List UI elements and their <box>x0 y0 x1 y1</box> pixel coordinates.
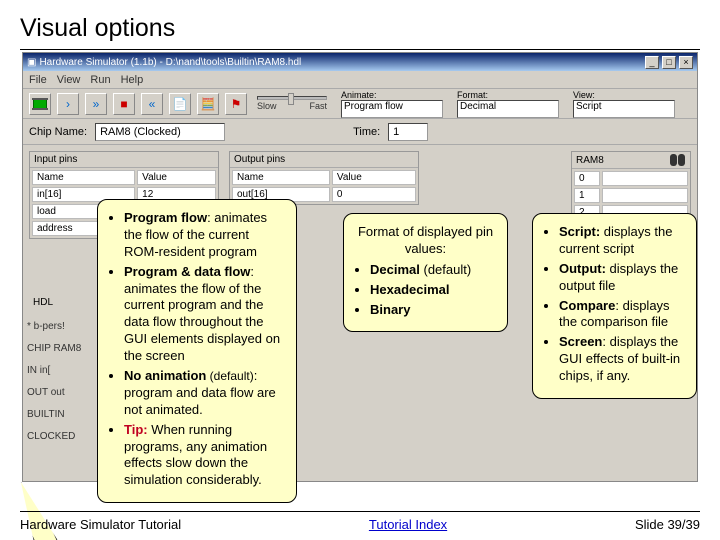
menu-help[interactable]: Help <box>121 74 144 86</box>
footer-link[interactable]: Tutorial Index <box>369 517 447 532</box>
slide-title: Visual options <box>20 14 700 43</box>
maximize-button[interactable]: □ <box>662 56 676 69</box>
minimize-button[interactable]: _ <box>645 56 659 69</box>
script-button[interactable]: 📄 <box>169 93 191 115</box>
output-pins-label: Output pins <box>230 152 418 168</box>
load-chip-button[interactable] <box>29 93 51 115</box>
list-item: Tip: When running programs, any animatio… <box>124 422 284 490</box>
output-pins-panel: Output pins NameValue out[16]0 <box>229 151 419 205</box>
tick-button[interactable]: ⚑ <box>225 93 247 115</box>
table-row: 0 <box>574 171 688 186</box>
format-callout: Format of displayed pin values: Decimal … <box>343 213 508 332</box>
animate-callout: Program flow: animates the flow of the c… <box>97 199 297 503</box>
step-button[interactable]: › <box>57 93 79 115</box>
speed-slider[interactable]: Slow Fast <box>257 96 327 111</box>
col-name: Name <box>32 170 135 185</box>
speed-fast-label: Fast <box>309 101 327 111</box>
hdl-text: * b-pers! CHIP RAM8 IN in[ OUT out BUILT… <box>27 315 89 447</box>
footer-left: Hardware Simulator Tutorial <box>20 517 181 532</box>
app-icon: ▣ <box>27 57 36 68</box>
list-item: No animation (default): program and data… <box>124 368 284 419</box>
menu-bar: File View Run Help <box>23 71 697 89</box>
list-item: Compare: displays the comparison file <box>559 298 684 332</box>
chip-name-field[interactable]: RAM8 (Clocked) <box>95 123 225 141</box>
ram-label: RAM8 <box>576 155 604 166</box>
input-pins-label: Input pins <box>30 152 218 168</box>
time-label: Time: <box>353 126 380 138</box>
window-titlebar: ▣ Hardware Simulator (1.1b) - D:\nand\to… <box>23 53 697 71</box>
view-select[interactable]: Script <box>573 100 675 118</box>
animate-label: Animate: <box>341 90 443 100</box>
view-callout: Script: displays the current scriptOutpu… <box>532 213 697 399</box>
list-item: Program flow: animates the flow of the c… <box>124 210 284 261</box>
list-item: Screen: displays the GUI effects of buil… <box>559 334 684 385</box>
format-callout-lead: Format of displayed pin values: <box>356 224 495 258</box>
time-field[interactable]: 1 <box>388 123 428 141</box>
rewind-button[interactable]: « <box>141 93 163 115</box>
chip-name-label: Chip Name: <box>29 126 87 138</box>
speed-slow-label: Slow <box>257 101 277 111</box>
list-item: Output: displays the output file <box>559 261 684 295</box>
run-button[interactable]: » <box>85 93 107 115</box>
list-item: Hexadecimal <box>370 282 495 299</box>
close-button[interactable]: × <box>679 56 693 69</box>
menu-run[interactable]: Run <box>90 74 110 86</box>
col-value: Value <box>137 170 216 185</box>
format-label: Format: <box>457 90 559 100</box>
chip-row: Chip Name: RAM8 (Clocked) Time: 1 <box>23 119 697 145</box>
menu-view[interactable]: View <box>57 74 81 86</box>
format-select[interactable]: Decimal <box>457 100 559 118</box>
list-item: Binary <box>370 302 495 319</box>
animate-select[interactable]: Program flow <box>341 100 443 118</box>
slide-footer: Hardware Simulator Tutorial Tutorial Ind… <box>0 517 720 532</box>
footer-right: Slide 39/39 <box>635 517 700 532</box>
list-item: Program & data flow: animates the flow o… <box>124 264 284 365</box>
window-title: Hardware Simulator (1.1b) - D:\nand\tool… <box>39 57 301 68</box>
toolbar: › » ■ « 📄 🧮 ⚑ Slow Fast Animate: Program… <box>23 89 697 119</box>
list-item: Decimal (default) <box>370 262 495 279</box>
find-icon[interactable] <box>670 154 686 166</box>
menu-file[interactable]: File <box>29 74 47 86</box>
hdl-label: HDL <box>29 295 89 311</box>
title-rule <box>20 49 700 50</box>
stop-button[interactable]: ■ <box>113 93 135 115</box>
view-label: View: <box>573 90 675 100</box>
table-row: 1 <box>574 188 688 203</box>
list-item: Script: displays the current script <box>559 224 684 258</box>
eval-button[interactable]: 🧮 <box>197 93 219 115</box>
